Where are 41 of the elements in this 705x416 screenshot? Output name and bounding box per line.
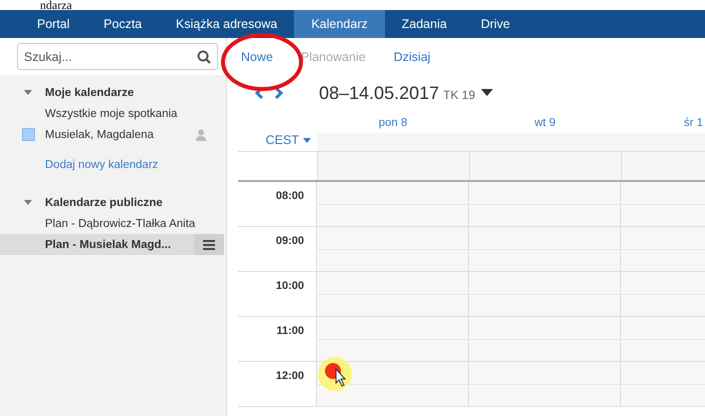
calendar-item[interactable]: Musielak, Magdalena: [0, 124, 226, 145]
caret-icon[interactable]: [24, 90, 32, 96]
hour-label: 08:00: [276, 190, 304, 202]
day-header[interactable]: śr 1: [684, 117, 703, 129]
all-day-cell[interactable]: [469, 152, 621, 180]
all-day-cell[interactable]: [317, 152, 469, 180]
hour-label: 12:00: [276, 370, 304, 382]
nav-tab[interactable]: Książka adresowa: [158, 10, 294, 38]
calendar-item[interactable]: Plan - Dąbrowicz-Tlałka Anita: [0, 213, 226, 234]
caret-icon[interactable]: [303, 138, 311, 142]
calendar-item[interactable]: Wszystkie moje spotkania: [0, 103, 226, 124]
day-header[interactable]: wt 9: [534, 117, 556, 129]
search-icon[interactable]: [197, 50, 211, 64]
person-icon: [196, 128, 206, 140]
calendar-item[interactable]: Plan - Musielak Magd...: [0, 234, 224, 255]
menu-icon[interactable]: [203, 240, 215, 250]
click-highlight-drawing: [317, 356, 353, 392]
nav-tab[interactable]: Drive: [464, 10, 527, 38]
nav-tab[interactable]: Kalendarz: [294, 10, 385, 38]
hour-label: 10:00: [276, 280, 304, 292]
caret-icon[interactable]: [24, 200, 32, 206]
nav-tab[interactable]: Zadania: [384, 10, 464, 38]
section-title: Moje kalendarze: [45, 87, 134, 99]
nav-tab[interactable]: Portal: [20, 10, 87, 38]
day-header[interactable]: pon 8: [378, 117, 408, 129]
section-title: Kalendarze publiczne: [45, 197, 163, 209]
menu-button[interactable]: [194, 234, 224, 255]
search-field[interactable]: Szukaj...: [17, 43, 218, 70]
date-range: 08–14.05.2017: [319, 82, 440, 104]
toolbar-button[interactable]: Dzisiaj: [394, 50, 430, 64]
hour-label: 09:00: [276, 235, 304, 247]
color-swatch[interactable]: [22, 128, 35, 141]
add-calendar-link[interactable]: Dodaj nowy kalendarz: [0, 159, 226, 171]
timezone-dropdown[interactable]: CEST: [266, 133, 311, 147]
next-icon[interactable]: [274, 86, 284, 100]
nav-tab[interactable]: Poczta: [86, 10, 159, 38]
hour-label: 11:00: [276, 325, 304, 337]
dropdown-icon[interactable]: [481, 89, 494, 97]
week-label: TK 19: [443, 88, 476, 102]
toolbar-button[interactable]: Nowe: [241, 50, 273, 64]
heading-text: ndarza: [40, 0, 72, 10]
